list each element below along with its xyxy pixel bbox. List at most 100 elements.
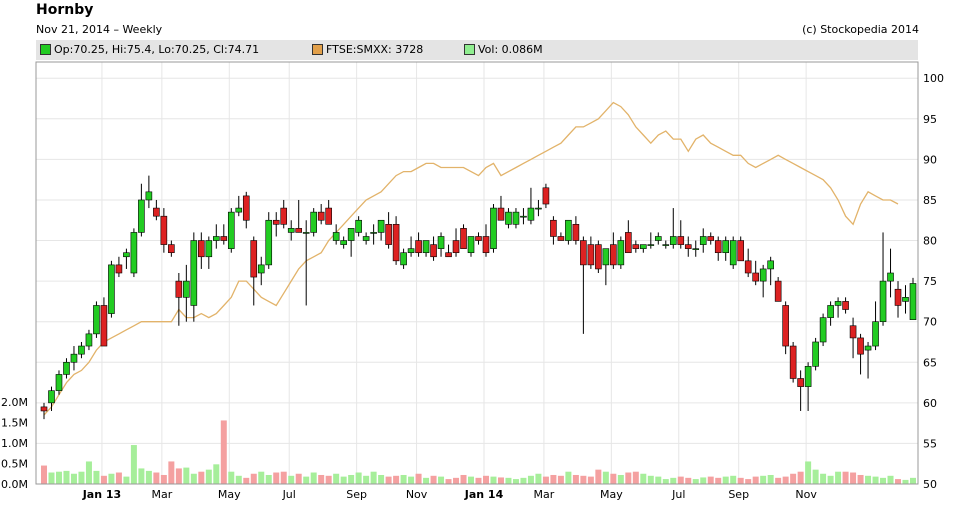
candle-body bbox=[677, 236, 685, 245]
candle-body bbox=[647, 244, 655, 246]
volume-bar bbox=[41, 465, 47, 484]
candle-body bbox=[490, 207, 497, 249]
candle-body bbox=[782, 305, 789, 347]
candle-body bbox=[287, 228, 295, 233]
candle-body bbox=[48, 390, 55, 404]
candle-body bbox=[415, 240, 422, 254]
candle-body bbox=[550, 219, 557, 237]
volume-bar bbox=[145, 470, 152, 484]
candle-body bbox=[250, 240, 258, 278]
volume-bar bbox=[887, 475, 894, 484]
volume-bar bbox=[805, 461, 812, 484]
candle-body bbox=[640, 244, 647, 249]
candle-body bbox=[265, 219, 273, 266]
candle-body bbox=[797, 378, 804, 387]
volume-bar bbox=[632, 471, 639, 484]
volume-bar bbox=[677, 476, 684, 484]
candle-body bbox=[452, 240, 460, 254]
x-tick-label: Jan 13 bbox=[82, 488, 121, 501]
candle-body bbox=[625, 232, 632, 254]
volume-bar bbox=[453, 477, 460, 484]
candle-body bbox=[557, 236, 565, 241]
candle-body bbox=[302, 232, 310, 234]
candle-body bbox=[123, 252, 130, 258]
price-axis: 100 95 90 85 80 75 70 65 60 55 50 bbox=[923, 72, 944, 491]
candle-body bbox=[422, 240, 430, 254]
volume-bar bbox=[468, 476, 475, 484]
candle-body bbox=[332, 232, 340, 241]
y-tick-label: 90 bbox=[923, 153, 937, 166]
candle-body bbox=[183, 280, 190, 298]
candle-body bbox=[445, 252, 452, 258]
price-candles bbox=[40, 175, 917, 420]
candle-body bbox=[280, 207, 288, 225]
candle-body bbox=[190, 240, 198, 306]
volume-bar bbox=[303, 476, 310, 484]
candle-body bbox=[242, 195, 250, 221]
candle-body bbox=[542, 187, 550, 205]
candle-body bbox=[512, 211, 520, 225]
volume-bar bbox=[520, 477, 527, 484]
volume-bar bbox=[527, 475, 534, 484]
candle-body bbox=[145, 191, 153, 201]
volume-tick-label: 1.0M bbox=[1, 437, 28, 450]
candle-body bbox=[310, 211, 317, 233]
volume-bar bbox=[557, 475, 564, 484]
volume-bar bbox=[438, 476, 445, 484]
candle-body bbox=[317, 211, 325, 221]
volume-bar bbox=[535, 473, 542, 484]
candle-body bbox=[153, 207, 160, 217]
volume-bar bbox=[333, 473, 340, 484]
volume-tick-label: 2.0M bbox=[1, 396, 28, 409]
candle-body bbox=[85, 333, 93, 347]
candle-body bbox=[362, 236, 370, 241]
volume-bar bbox=[213, 464, 220, 484]
volume-bar bbox=[78, 471, 85, 484]
candle-body bbox=[213, 236, 220, 241]
volume-bar bbox=[385, 476, 392, 484]
candle-body bbox=[849, 325, 857, 339]
volume-bar bbox=[340, 476, 347, 484]
volume-bar bbox=[572, 474, 579, 484]
candle-body bbox=[722, 240, 730, 254]
candle-body bbox=[857, 337, 864, 355]
candle-body bbox=[572, 224, 580, 241]
candle-body bbox=[752, 272, 759, 282]
x-tick-label: Jul bbox=[671, 488, 685, 501]
volume-bar bbox=[790, 473, 797, 484]
volume-bar bbox=[820, 473, 827, 484]
date-axis: Jan 13 Mar May Jul Sep Nov Jan 14 Mar May Jul Sep N… bbox=[82, 488, 818, 501]
volume-bar bbox=[280, 471, 287, 484]
candle-body bbox=[527, 207, 535, 221]
volume-bar bbox=[100, 475, 107, 484]
volume-bar bbox=[767, 474, 774, 484]
candle-body bbox=[902, 297, 909, 302]
volume-bar bbox=[85, 461, 92, 484]
candle-body bbox=[774, 280, 782, 302]
volume-bar bbox=[895, 479, 902, 484]
volume-bar bbox=[378, 474, 385, 484]
candle-body bbox=[565, 219, 572, 241]
candle-body bbox=[168, 244, 175, 254]
volume-bar bbox=[662, 479, 669, 484]
candle-body bbox=[580, 240, 587, 266]
y-tick-label: 80 bbox=[923, 235, 937, 248]
volume-bar bbox=[445, 479, 452, 484]
volume-bar bbox=[542, 476, 549, 484]
volume-bar bbox=[730, 475, 737, 484]
volume-bar bbox=[318, 474, 325, 484]
candle-body bbox=[227, 211, 235, 249]
volume-bar bbox=[220, 420, 227, 484]
volume-bar bbox=[482, 475, 489, 484]
volume-bar bbox=[235, 475, 242, 484]
candle-body bbox=[662, 244, 670, 246]
volume-bar bbox=[460, 474, 467, 484]
volume-bar bbox=[752, 476, 759, 484]
volume-bar bbox=[325, 475, 332, 484]
candle-body bbox=[834, 301, 842, 306]
candle-body bbox=[827, 305, 834, 318]
volume-bar bbox=[910, 477, 916, 484]
candle-body bbox=[220, 236, 228, 241]
candle-body bbox=[497, 207, 505, 221]
candle-body bbox=[138, 199, 145, 233]
